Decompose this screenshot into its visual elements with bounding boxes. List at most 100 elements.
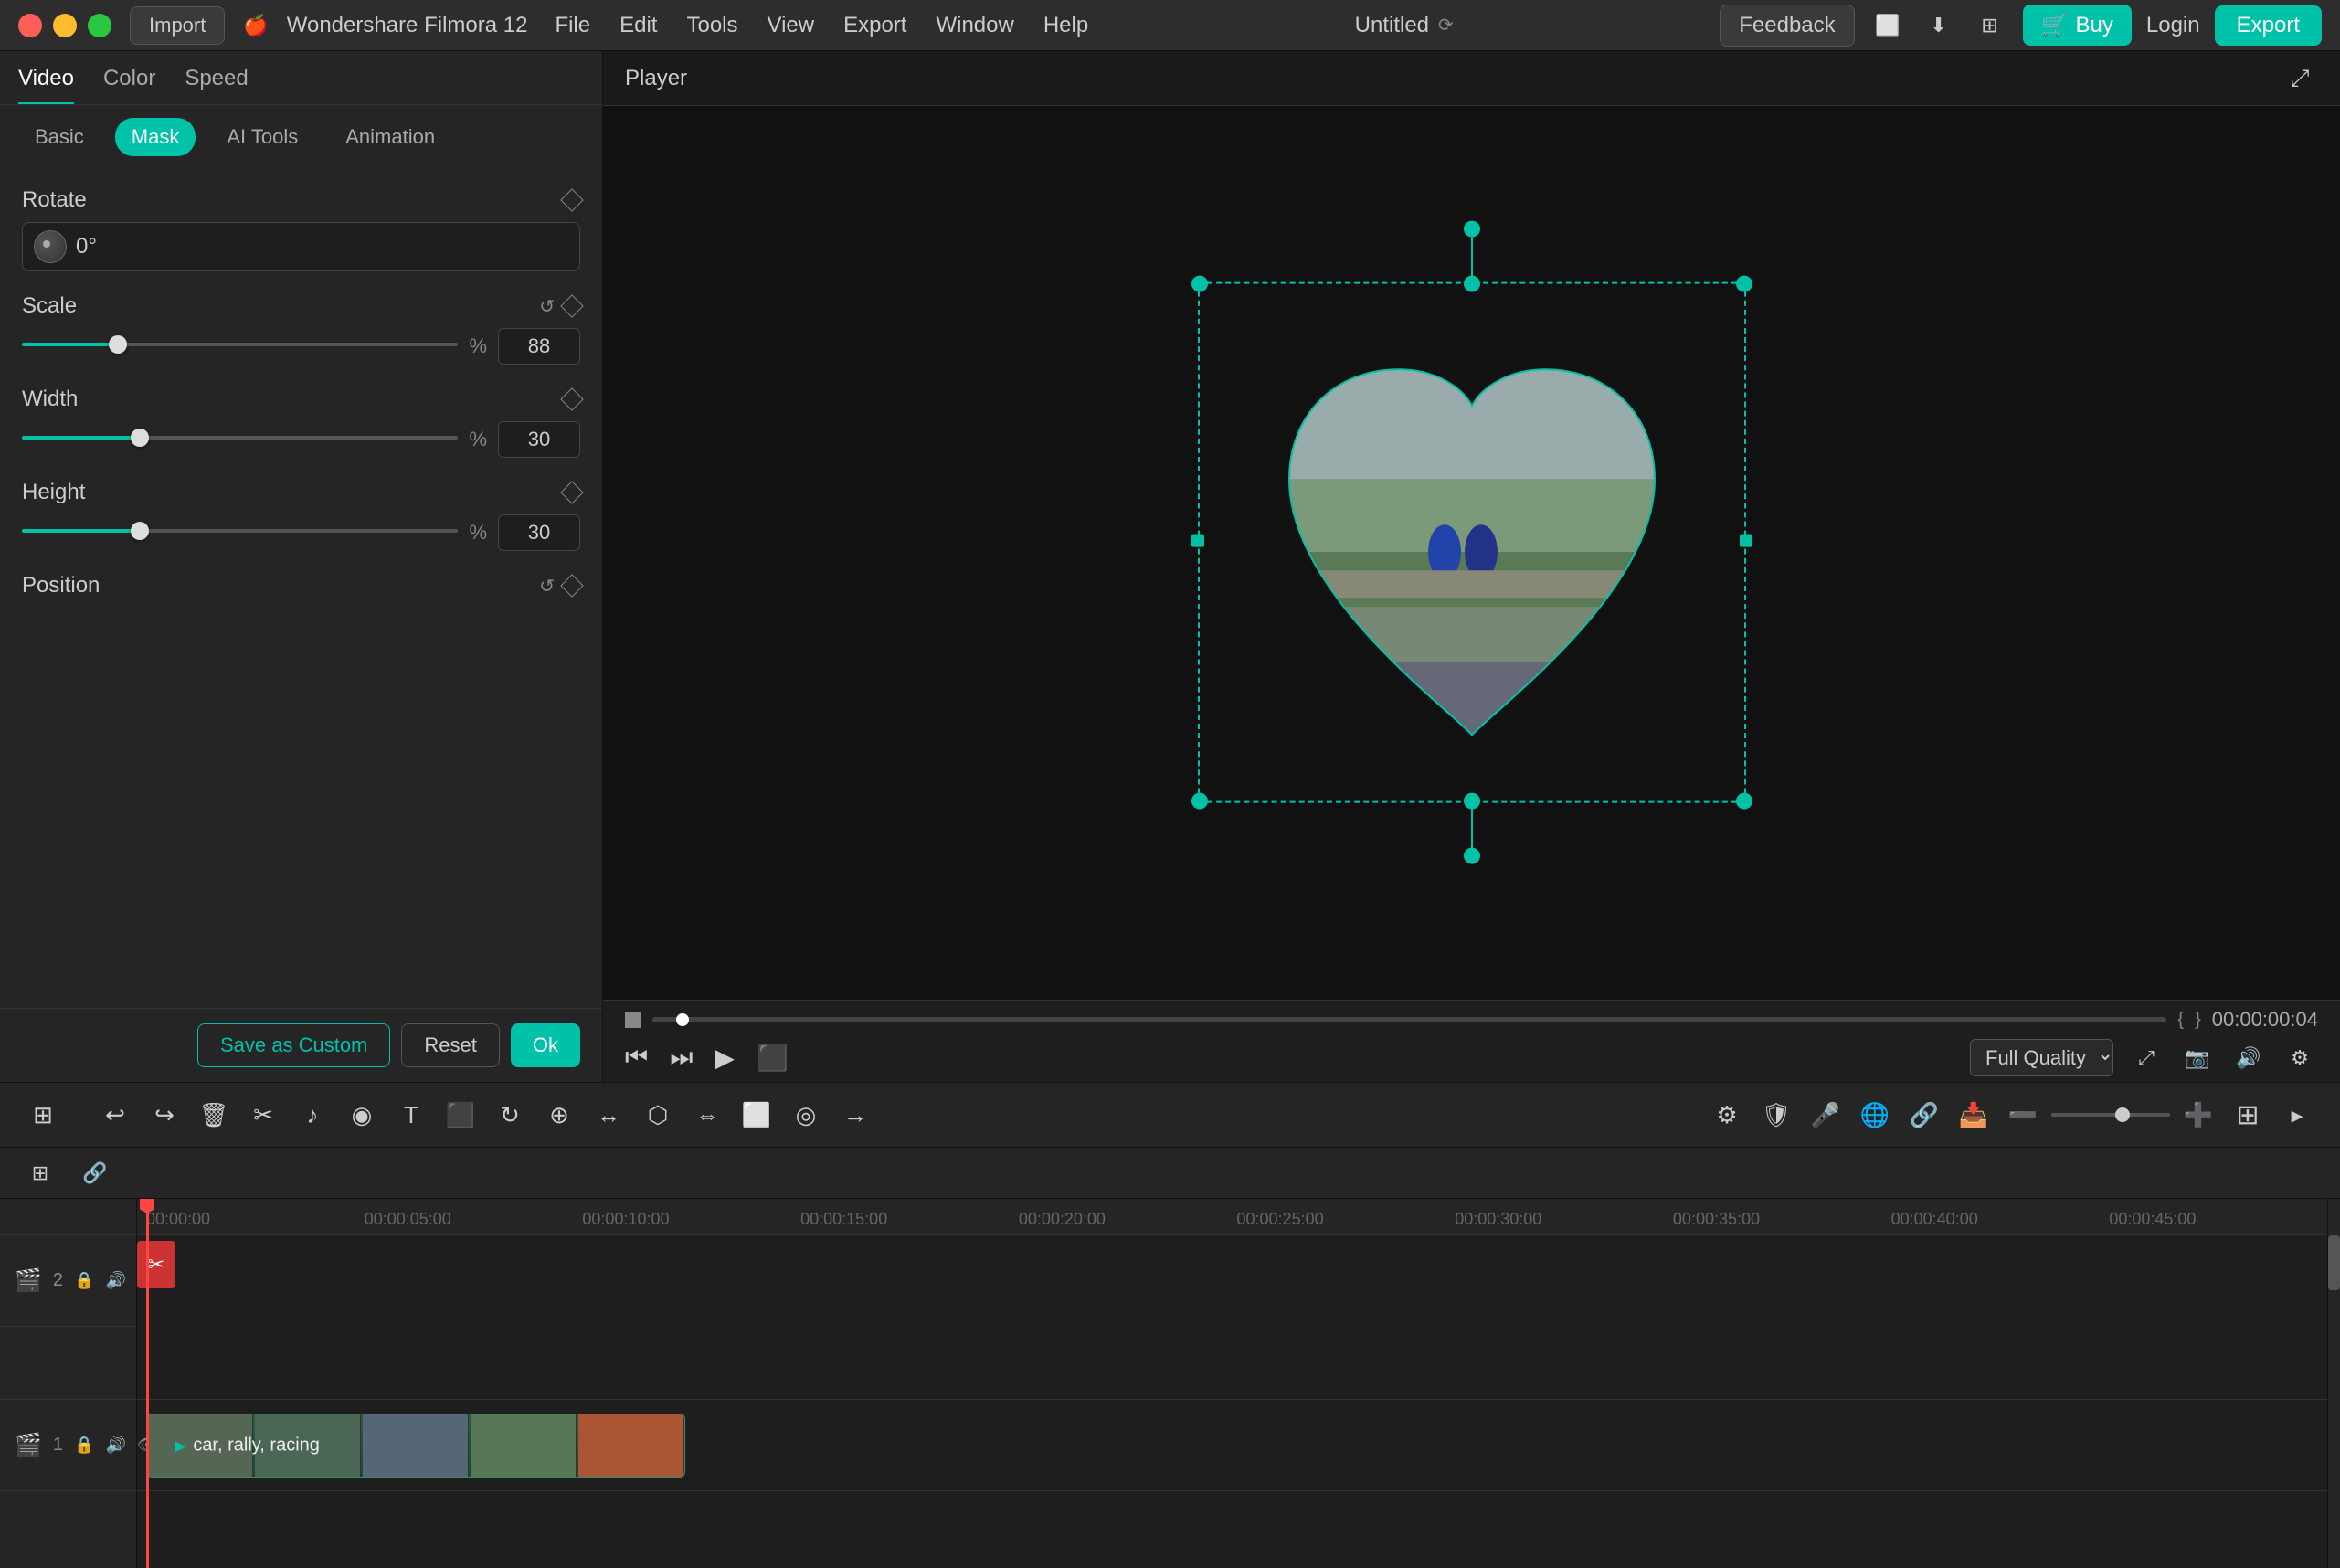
tab-speed[interactable]: Speed bbox=[185, 66, 248, 104]
rotate-wheel[interactable] bbox=[34, 230, 67, 263]
progress-start-handle[interactable] bbox=[625, 1012, 641, 1028]
shield-btn[interactable]: 🛡 bbox=[1755, 1094, 1797, 1136]
forward-btn[interactable]: → bbox=[834, 1094, 876, 1136]
zoom-in-btn[interactable]: ➕ bbox=[2177, 1094, 2219, 1136]
width-input[interactable] bbox=[498, 421, 580, 458]
track-2-volume-icon[interactable]: 🔊 bbox=[105, 1271, 125, 1290]
subtab-ai-tools[interactable]: AI Tools bbox=[210, 118, 314, 156]
settings-icon[interactable]: ⚙ bbox=[2282, 1040, 2318, 1076]
ai-btn[interactable]: ⚙ bbox=[1706, 1094, 1748, 1136]
menu-file[interactable]: File bbox=[555, 13, 590, 38]
snapshot-icon[interactable]: 📷 bbox=[2179, 1040, 2216, 1076]
progress-thumb[interactable] bbox=[676, 1013, 689, 1026]
shape-btn[interactable]: ⬡ bbox=[637, 1094, 679, 1136]
scale-input[interactable] bbox=[498, 328, 580, 365]
mirror-btn[interactable]: ↔ bbox=[588, 1094, 630, 1136]
fullscreen-icon[interactable]: ⤢ bbox=[2128, 1040, 2165, 1076]
menu-window[interactable]: Window bbox=[936, 13, 1013, 38]
track-1-lock-icon[interactable]: 🔒 bbox=[74, 1436, 94, 1455]
position-keyframe[interactable] bbox=[560, 574, 583, 597]
select-btn[interactable]: ⬜ bbox=[736, 1094, 778, 1136]
grid-view-btn[interactable]: ⊞ bbox=[2227, 1094, 2269, 1136]
link-btn[interactable]: 🔗 bbox=[1903, 1094, 1945, 1136]
grid-tool-btn[interactable]: ⊞ bbox=[22, 1094, 64, 1136]
play-button[interactable]: ▶ bbox=[715, 1043, 735, 1073]
handle-bottom-right[interactable] bbox=[1736, 793, 1752, 810]
rotate-keyframe[interactable] bbox=[560, 188, 583, 211]
feedback-button[interactable]: Feedback bbox=[1720, 5, 1854, 47]
subtab-mask[interactable]: Mask bbox=[115, 118, 196, 156]
handle-bottom-left[interactable] bbox=[1191, 793, 1208, 810]
timeline-scrollbar[interactable] bbox=[2327, 1199, 2340, 1568]
rotate-value[interactable]: 0° bbox=[76, 234, 568, 260]
zoom-out-btn[interactable]: ➖ bbox=[2002, 1094, 2044, 1136]
tab-color[interactable]: Color bbox=[103, 66, 155, 104]
align-btn[interactable]: ⇔ bbox=[686, 1094, 728, 1136]
rotate-btn[interactable]: ↻ bbox=[489, 1094, 531, 1136]
cut-btn[interactable]: ✂ bbox=[242, 1094, 284, 1136]
handle-top-right[interactable] bbox=[1736, 276, 1752, 292]
login-button[interactable]: Login bbox=[2146, 13, 2200, 38]
menu-export[interactable]: Export bbox=[843, 13, 906, 38]
save-custom-button[interactable]: Save as Custom bbox=[197, 1023, 390, 1067]
scale-slider[interactable] bbox=[22, 343, 458, 350]
audio-btn[interactable]: ♪ bbox=[291, 1094, 334, 1136]
minimize-button[interactable] bbox=[53, 14, 77, 37]
menu-tools[interactable]: Tools bbox=[686, 13, 737, 38]
import-button[interactable]: Import bbox=[130, 6, 225, 45]
maximize-button[interactable] bbox=[88, 14, 111, 37]
position-reset-icon[interactable]: ↺ bbox=[539, 575, 555, 598]
mic-btn[interactable]: 🎤 bbox=[1805, 1094, 1847, 1136]
import-media-btn[interactable]: 📥 bbox=[1953, 1094, 1995, 1136]
reset-button[interactable]: Reset bbox=[401, 1023, 499, 1067]
zoom-slider[interactable] bbox=[2051, 1113, 2170, 1117]
subtab-animation[interactable]: Animation bbox=[329, 118, 451, 156]
scale-reset-icon[interactable]: ↺ bbox=[539, 295, 555, 318]
delete-btn[interactable]: 🗑 bbox=[193, 1094, 235, 1136]
handle-mid-right[interactable] bbox=[1740, 535, 1752, 547]
height-slider[interactable] bbox=[22, 529, 458, 536]
undo-btn[interactable]: ↩ bbox=[94, 1094, 136, 1136]
rewind-button[interactable]: ⏮ bbox=[625, 1043, 648, 1073]
frame-back-button[interactable]: ⏭ bbox=[670, 1043, 693, 1073]
handle-bottom-extend[interactable] bbox=[1464, 848, 1480, 864]
close-button[interactable] bbox=[18, 14, 42, 37]
screen-icon-btn[interactable]: ⬜ bbox=[1869, 7, 1906, 44]
mute-btn[interactable]: ◉ bbox=[341, 1094, 383, 1136]
mask-btn[interactable]: ◎ bbox=[785, 1094, 827, 1136]
handle-top-left[interactable] bbox=[1191, 276, 1208, 292]
height-input[interactable] bbox=[498, 514, 580, 551]
width-keyframe[interactable] bbox=[560, 387, 583, 410]
track-1-volume-icon[interactable]: 🔊 bbox=[105, 1436, 125, 1455]
quality-select[interactable]: Full Quality bbox=[1970, 1039, 2113, 1076]
video-clip[interactable]: ▶ car, rally, racing bbox=[146, 1414, 685, 1478]
compound-btn[interactable]: ⊕ bbox=[538, 1094, 580, 1136]
scrollbar-thumb[interactable] bbox=[2328, 1235, 2340, 1290]
text-btn[interactable]: T bbox=[390, 1094, 432, 1136]
menu-edit[interactable]: Edit bbox=[619, 13, 657, 38]
volume-icon[interactable]: 🔊 bbox=[2230, 1040, 2267, 1076]
width-slider[interactable] bbox=[22, 436, 458, 443]
subtab-basic[interactable]: Basic bbox=[18, 118, 101, 156]
scissors-marker[interactable]: ✂ bbox=[137, 1241, 175, 1288]
ok-button[interactable]: Ok bbox=[511, 1023, 580, 1067]
timeline-add-track-btn[interactable]: ⊞ bbox=[22, 1155, 58, 1192]
progress-bar[interactable] bbox=[652, 1017, 2166, 1022]
track-2-lock-icon[interactable]: 🔒 bbox=[74, 1271, 94, 1290]
stop-button[interactable]: ⬛ bbox=[757, 1043, 789, 1073]
grid-icon-btn[interactable]: ⊞ bbox=[1972, 7, 2008, 44]
redo-btn[interactable]: ↪ bbox=[143, 1094, 185, 1136]
download-icon-btn[interactable]: ⬇ bbox=[1921, 7, 1957, 44]
buy-button[interactable]: 🛒 Buy bbox=[2023, 5, 2132, 46]
expand-btn[interactable]: ▸ bbox=[2276, 1094, 2318, 1136]
timeline-link-btn[interactable]: 🔗 bbox=[77, 1155, 113, 1192]
menu-help[interactable]: Help bbox=[1043, 13, 1088, 38]
lang-btn[interactable]: 🌐 bbox=[1854, 1094, 1896, 1136]
height-keyframe[interactable] bbox=[560, 481, 583, 503]
crop-btn[interactable]: ⬛ bbox=[439, 1094, 482, 1136]
tab-video[interactable]: Video bbox=[18, 66, 74, 104]
scale-keyframe[interactable] bbox=[560, 294, 583, 317]
player-expand-icon[interactable]: ⤢ bbox=[2282, 60, 2318, 97]
export-button[interactable]: Export bbox=[2215, 5, 2322, 46]
menu-view[interactable]: View bbox=[768, 13, 815, 38]
